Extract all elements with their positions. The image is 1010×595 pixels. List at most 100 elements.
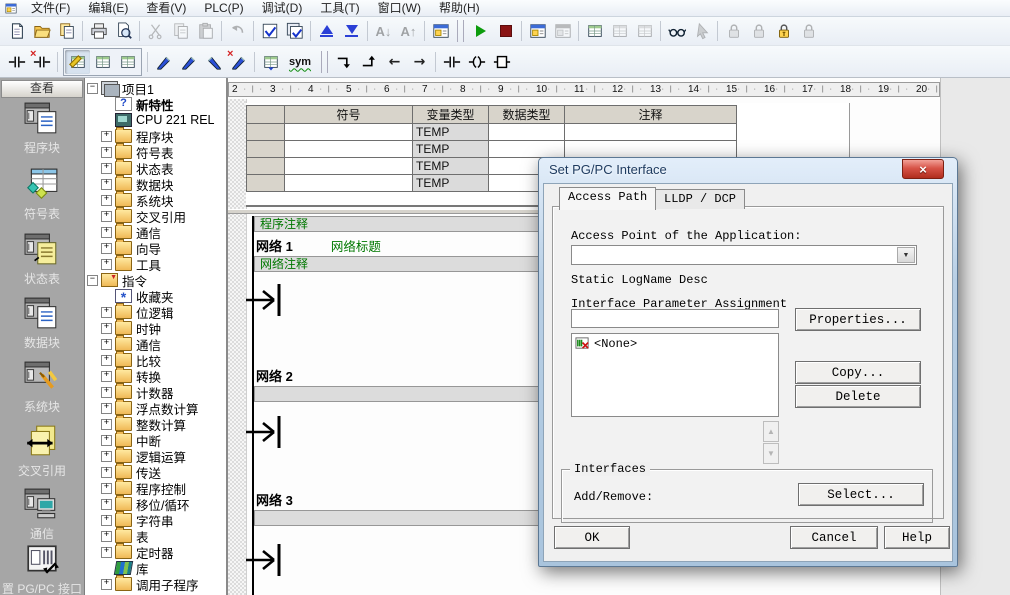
var-type-cell[interactable]: TEMP bbox=[413, 158, 489, 175]
menu-window[interactable]: 窗口(W) bbox=[369, 0, 430, 17]
toggle-bookmark-button[interactable] bbox=[151, 50, 176, 74]
symbol-info-table-button[interactable] bbox=[90, 50, 115, 74]
edit-table-view-button[interactable] bbox=[65, 50, 90, 74]
run-button[interactable] bbox=[468, 19, 493, 43]
apply-symbol-table-button[interactable] bbox=[258, 50, 283, 74]
upload-button[interactable] bbox=[314, 19, 339, 43]
expand-icon[interactable] bbox=[101, 211, 112, 222]
next-bookmark-button[interactable] bbox=[176, 50, 201, 74]
contact-button[interactable] bbox=[439, 50, 464, 74]
insert-network-button[interactable] bbox=[4, 50, 29, 74]
expand-icon[interactable] bbox=[101, 515, 112, 526]
cancel-button[interactable]: Cancel bbox=[790, 526, 878, 549]
network-1-title[interactable]: 网络标题 bbox=[331, 236, 381, 255]
close-button[interactable] bbox=[902, 159, 944, 179]
expand-icon[interactable] bbox=[101, 451, 112, 462]
program-status-button[interactable] bbox=[525, 19, 550, 43]
ok-button[interactable]: OK bbox=[554, 526, 630, 549]
expand-icon[interactable] bbox=[101, 499, 112, 510]
collapse-icon[interactable] bbox=[87, 83, 98, 94]
delete-network-button[interactable] bbox=[29, 50, 54, 74]
line-left-button[interactable]: ← bbox=[382, 50, 407, 74]
cut-button[interactable] bbox=[143, 19, 168, 43]
expand-icon[interactable] bbox=[101, 483, 112, 494]
row-selector[interactable] bbox=[247, 158, 285, 175]
tab-lldp-dcp[interactable]: LLDP / DCP bbox=[655, 189, 745, 209]
scroll-up-button[interactable] bbox=[763, 421, 779, 442]
data-type-cell[interactable] bbox=[489, 141, 565, 158]
select-button[interactable]: Select... bbox=[798, 483, 924, 506]
sort-ascending-button[interactable]: A↑ bbox=[396, 19, 421, 43]
expand-icon[interactable] bbox=[101, 323, 112, 334]
expand-icon[interactable] bbox=[101, 371, 112, 382]
expand-icon[interactable] bbox=[101, 147, 112, 158]
menu-view[interactable]: 查看(V) bbox=[137, 0, 195, 17]
toolbar-grip[interactable] bbox=[457, 20, 464, 42]
collapse-icon[interactable] bbox=[87, 275, 98, 286]
expand-icon[interactable] bbox=[101, 163, 112, 174]
interface-parameter-field[interactable] bbox=[571, 309, 779, 328]
menu-file[interactable]: 文件(F) bbox=[22, 0, 79, 17]
copy-button-dialog[interactable]: Copy... bbox=[795, 361, 921, 384]
column-header-comment[interactable]: 注释 bbox=[565, 106, 737, 124]
trend-status-button[interactable] bbox=[632, 19, 657, 43]
interface-listbox[interactable]: <None> bbox=[571, 333, 779, 417]
sidebar-item-symbol-table[interactable]: 符号表 bbox=[0, 166, 84, 222]
column-header-symbol[interactable]: 符号 bbox=[285, 106, 413, 124]
expand-icon[interactable] bbox=[101, 435, 112, 446]
sidebar-item-cross-reference[interactable]: 交叉引用 bbox=[0, 423, 84, 479]
symbol-cell[interactable] bbox=[285, 124, 413, 141]
var-type-cell[interactable]: TEMP bbox=[413, 141, 489, 158]
column-header-data-type[interactable]: 数据类型 bbox=[489, 106, 565, 124]
symbol-cell[interactable] bbox=[285, 158, 413, 175]
write-values-button[interactable] bbox=[689, 19, 714, 43]
compile-all-button[interactable] bbox=[282, 19, 307, 43]
previous-bookmark-button[interactable] bbox=[201, 50, 226, 74]
expand-icon[interactable] bbox=[101, 339, 112, 350]
unforce-button[interactable] bbox=[746, 19, 771, 43]
symbol-cell[interactable] bbox=[285, 141, 413, 158]
var-type-cell[interactable]: TEMP bbox=[413, 175, 489, 192]
symbolic-addressing-button[interactable]: sym bbox=[283, 50, 317, 74]
expand-icon[interactable] bbox=[101, 579, 112, 590]
bookmark-glasses-button[interactable] bbox=[664, 19, 689, 43]
view-bar-header[interactable]: 查看 bbox=[1, 80, 83, 98]
tree-item[interactable]: 调用子程序 bbox=[85, 576, 226, 592]
delete-button-dialog[interactable]: Delete bbox=[795, 385, 921, 408]
row-selector[interactable] bbox=[247, 124, 285, 141]
chart-status-button[interactable] bbox=[582, 19, 607, 43]
read-forced-button[interactable] bbox=[796, 19, 821, 43]
branch-down-button[interactable] bbox=[332, 50, 357, 74]
force-button[interactable] bbox=[721, 19, 746, 43]
box-button[interactable] bbox=[489, 50, 514, 74]
row-selector[interactable] bbox=[247, 175, 285, 192]
new-file-button[interactable] bbox=[4, 19, 29, 43]
expand-icon[interactable] bbox=[101, 403, 112, 414]
address-table-view-button[interactable] bbox=[115, 50, 140, 74]
list-item-none[interactable]: <None> bbox=[575, 336, 775, 351]
help-button[interactable]: Help bbox=[884, 526, 950, 549]
expand-icon[interactable] bbox=[101, 307, 112, 318]
sidebar-item-data-block[interactable]: 数据块 bbox=[0, 295, 84, 351]
menu-tools[interactable]: 工具(T) bbox=[311, 0, 368, 17]
expand-icon[interactable] bbox=[101, 227, 112, 238]
var-type-cell[interactable]: TEMP bbox=[413, 124, 489, 141]
expand-icon[interactable] bbox=[101, 195, 112, 206]
copy-button[interactable] bbox=[168, 19, 193, 43]
branch-up-button[interactable] bbox=[357, 50, 382, 74]
pause-program-status-button[interactable] bbox=[550, 19, 575, 43]
coil-button[interactable] bbox=[464, 50, 489, 74]
tree-item[interactable]: 定时器 bbox=[85, 544, 226, 560]
menu-plc[interactable]: PLC(P) bbox=[195, 0, 252, 17]
row-selector[interactable] bbox=[247, 141, 285, 158]
expand-icon[interactable] bbox=[101, 179, 112, 190]
comment-cell[interactable] bbox=[565, 124, 737, 141]
expand-icon[interactable] bbox=[101, 131, 112, 142]
column-header-var-type[interactable]: 变量类型 bbox=[413, 106, 489, 124]
data-type-cell[interactable] bbox=[489, 124, 565, 141]
symbol-cell[interactable] bbox=[285, 175, 413, 192]
download-button[interactable] bbox=[339, 19, 364, 43]
access-point-combobox[interactable] bbox=[571, 245, 917, 265]
expand-icon[interactable] bbox=[101, 387, 112, 398]
save-all-button[interactable] bbox=[54, 19, 79, 43]
